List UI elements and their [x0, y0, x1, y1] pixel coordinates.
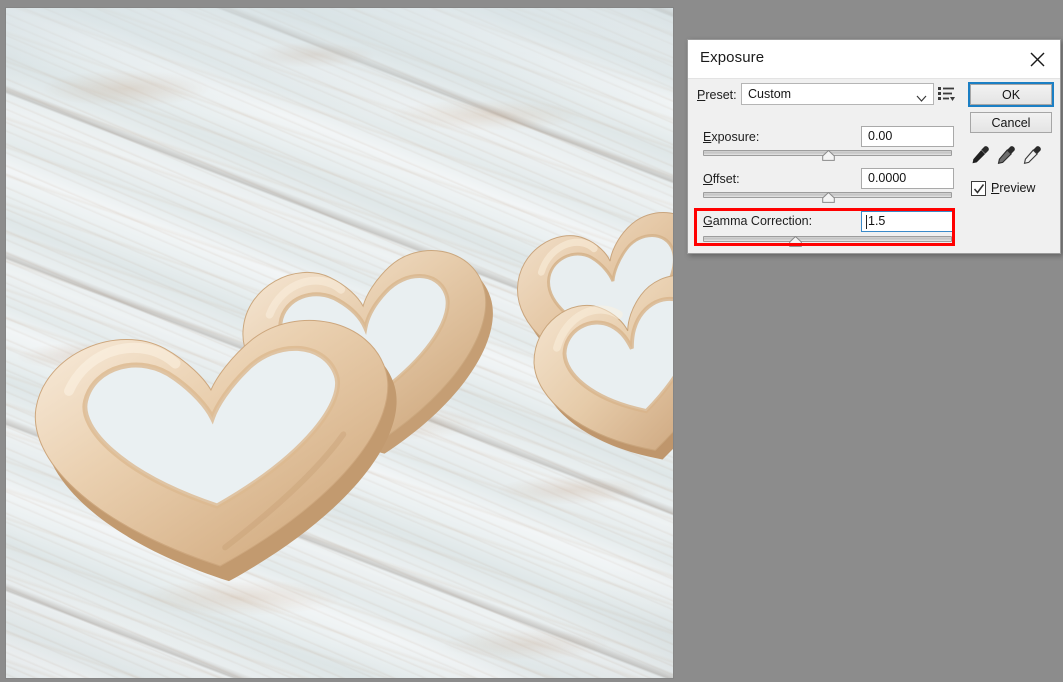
gamma-correction-value: 1.5 [868, 214, 886, 228]
text-caret [866, 215, 867, 229]
offset-value: 0.0000 [868, 171, 907, 185]
app-root: Exposure Preset: Custom Exposure: 0.00 O… [0, 0, 1063, 682]
set-black-point-eyedropper[interactable] [970, 144, 990, 166]
exposure-value: 0.00 [868, 129, 893, 143]
gamma-slider-track [703, 236, 952, 242]
dialog-title: Exposure [700, 49, 765, 66]
offset-slider-thumb[interactable] [821, 190, 835, 203]
gamma-slider-thumb[interactable] [789, 234, 802, 247]
exposure-input[interactable]: 0.00 [861, 126, 954, 147]
ok-button[interactable]: OK [968, 82, 1054, 107]
eyedropper-group [970, 144, 1042, 166]
preset-options-icon[interactable] [938, 86, 956, 103]
cancel-button[interactable]: Cancel [970, 112, 1052, 133]
preset-select[interactable]: Custom [741, 83, 934, 105]
preview-checkbox[interactable] [971, 181, 986, 196]
offset-input[interactable]: 0.0000 [861, 168, 954, 189]
preset-label: Preset: [697, 88, 737, 102]
ok-button-label: OK [1001, 87, 1021, 102]
dialog-titlebar: Exposure [688, 40, 1060, 79]
photo-lighting-overlay [6, 8, 673, 678]
chevron-down-icon [916, 90, 927, 108]
set-gray-point-eyedropper[interactable] [996, 144, 1016, 166]
image-canvas[interactable] [6, 8, 673, 678]
exposure-label: Exposure: [703, 130, 760, 144]
offset-slider[interactable] [703, 189, 952, 203]
gamma-correction-label: Gamma Correction: [703, 214, 813, 228]
check-icon [973, 184, 985, 194]
offset-label: Offset: [703, 172, 740, 186]
exposure-slider-thumb[interactable] [821, 148, 835, 161]
cancel-button-label: Cancel [991, 115, 1031, 130]
gamma-correction-input[interactable]: 1.5 [861, 211, 954, 232]
exposure-slider[interactable] [703, 147, 952, 161]
preset-selected-value: Custom [748, 87, 792, 101]
preview-label: Preview [991, 181, 1036, 195]
close-icon[interactable] [1020, 44, 1054, 74]
set-white-point-eyedropper[interactable] [1022, 144, 1042, 166]
gamma-correction-slider[interactable] [703, 233, 952, 247]
